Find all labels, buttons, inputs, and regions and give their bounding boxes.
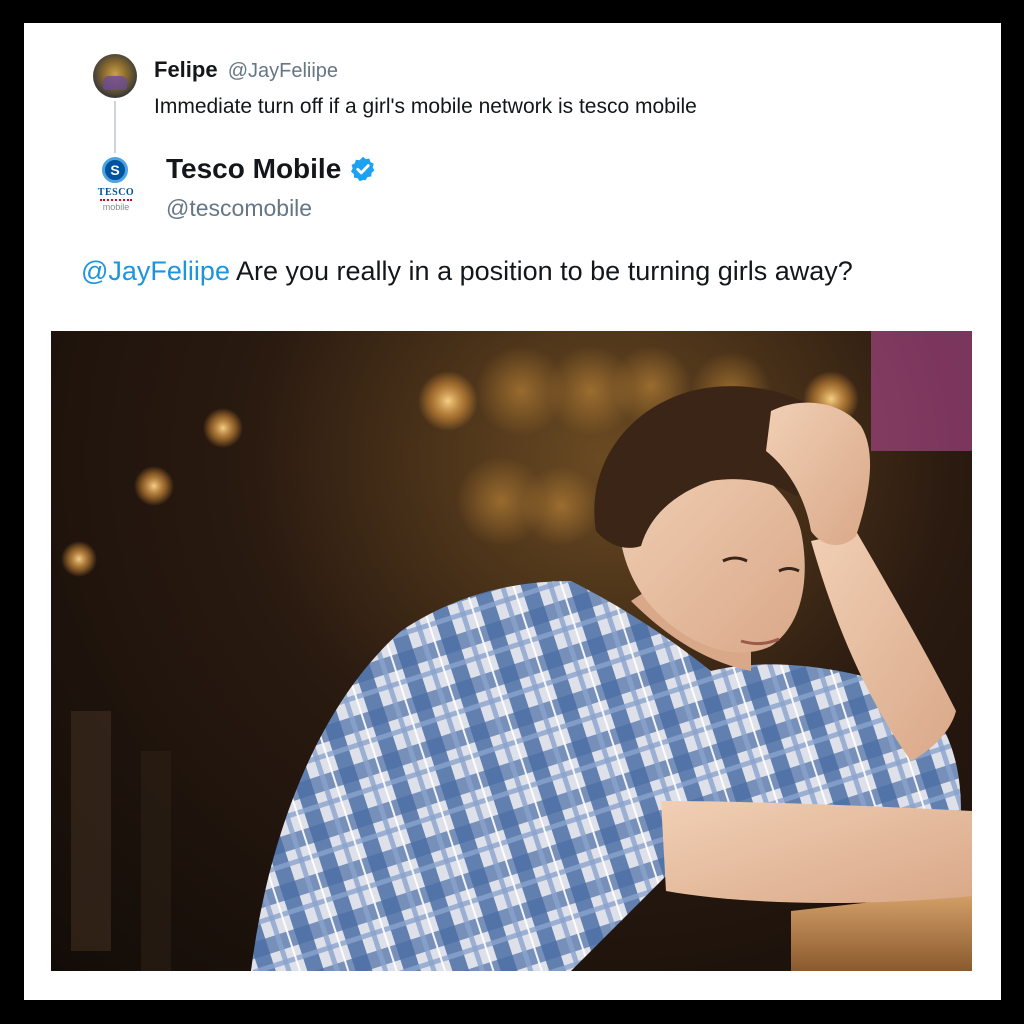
- tesco-logo-icon: S: [102, 157, 128, 183]
- mention-link[interactable]: @JayFeliipe: [81, 256, 230, 286]
- forearm: [661, 801, 972, 903]
- original-author-name[interactable]: Felipe: [154, 57, 218, 82]
- reply-author-name-row: Tesco Mobile: [166, 153, 377, 185]
- reply-author-handle[interactable]: @tescomobile: [166, 195, 312, 222]
- photo-illustration: [61, 331, 972, 971]
- thread-connector-line: [114, 101, 116, 153]
- tesco-logo-text: TESCO: [97, 187, 135, 198]
- tesco-logo-subtext: mobile: [102, 202, 130, 212]
- verified-badge-icon: [351, 156, 375, 182]
- original-author-handle[interactable]: @JayFeliipe: [228, 60, 338, 82]
- tweet-card: Felipe @JayFeliipe Immediate turn off if…: [24, 23, 1001, 1000]
- felipe-avatar[interactable]: [93, 54, 137, 98]
- original-tweet-header: Felipe @JayFeliipe: [154, 57, 338, 83]
- bar-counter: [791, 891, 972, 971]
- original-tweet-text: Immediate turn off if a girl's mobile ne…: [154, 95, 697, 118]
- attached-photo[interactable]: [51, 331, 972, 971]
- tesco-mobile-avatar[interactable]: S TESCO mobile: [90, 157, 142, 215]
- reply-tweet-text: @JayFeliipe Are you really in a position…: [81, 251, 961, 291]
- reply-text: Are you really in a position to be turni…: [229, 256, 853, 286]
- reply-author-name[interactable]: Tesco Mobile: [166, 153, 341, 185]
